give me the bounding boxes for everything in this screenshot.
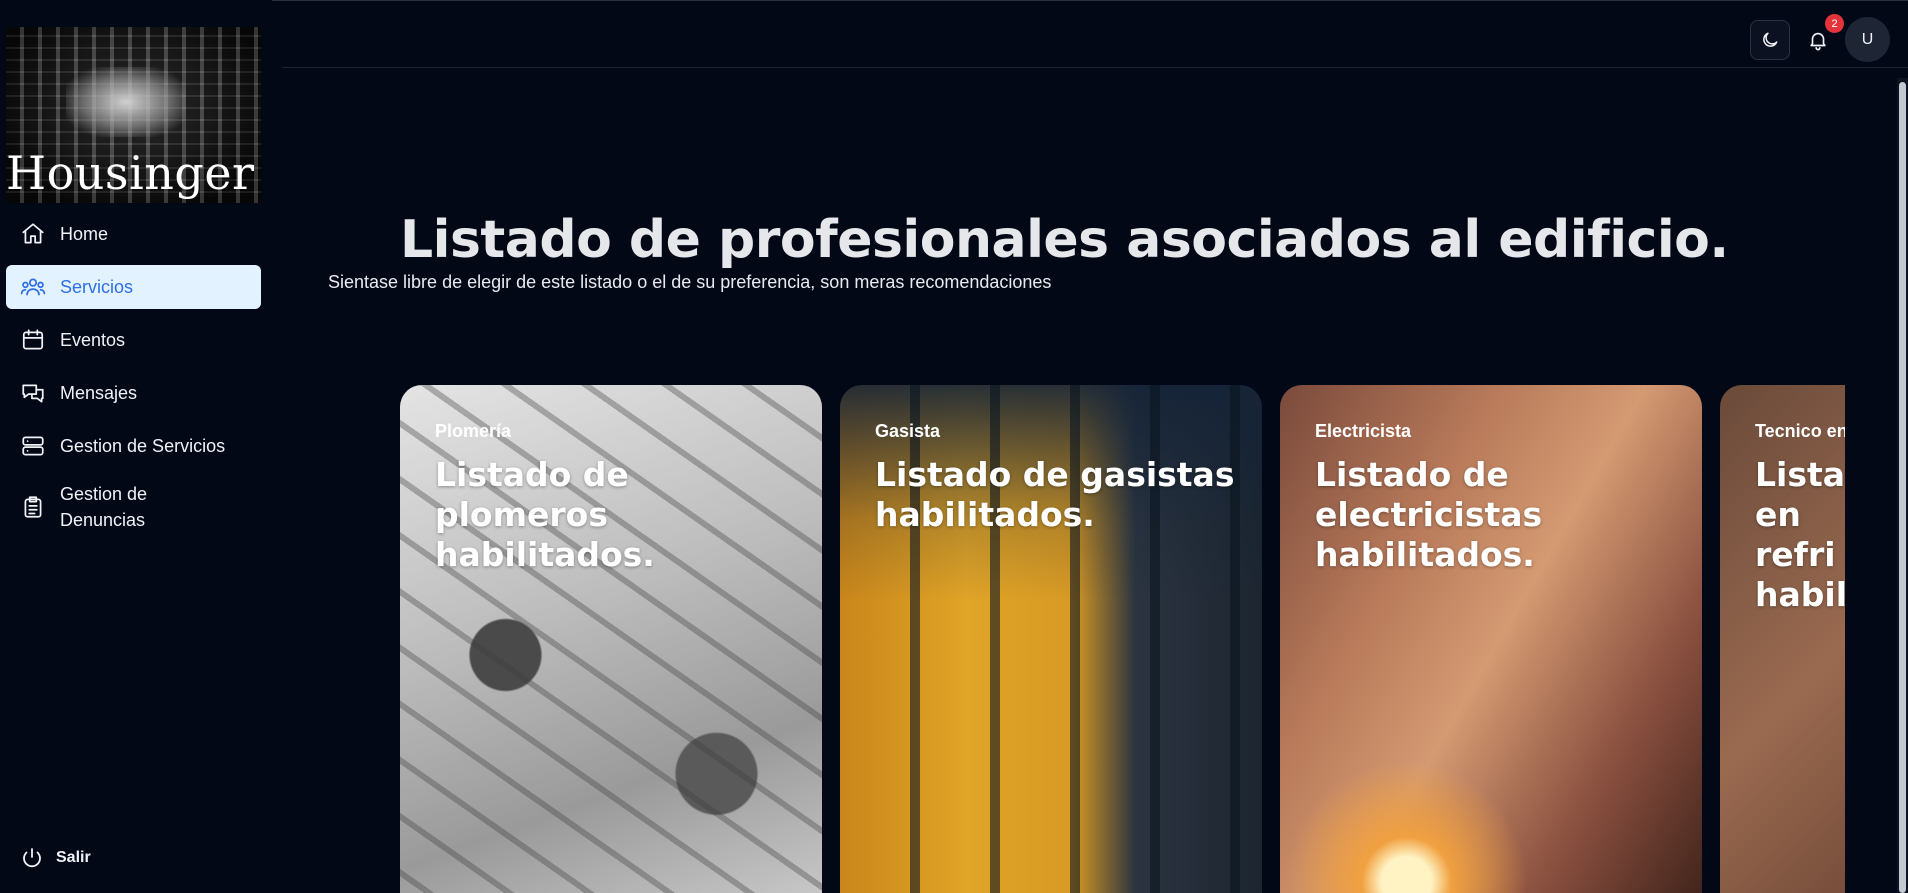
sidebar-item-label: Gestion de Denuncias (60, 481, 147, 533)
card-title: Listado de plomeros habilitados. (435, 455, 655, 574)
sidebar-item-eventos[interactable]: Eventos (6, 318, 261, 362)
sidebar-item-label-line2: Denuncias (60, 510, 146, 530)
sidebar-item-gestion-denuncias[interactable]: Gestion de Denuncias (6, 477, 261, 537)
sidebar-item-label: Eventos (60, 329, 126, 350)
theme-toggle-button[interactable] (1750, 20, 1790, 60)
card-electricista[interactable]: Electricista Listado de electricistas ha… (1280, 385, 1702, 893)
card-title: Listado de electricistas habilitados. (1315, 455, 1543, 574)
card-title: Listado de gasistas habilitados. (875, 455, 1235, 534)
card-plomeria[interactable]: Plomería Listado de plomeros habilitados… (400, 385, 822, 893)
sidebar-item-label-line1: Gestion de (60, 484, 148, 504)
logout-label: Salir (56, 849, 91, 866)
clipboard-icon (24, 496, 42, 518)
calendar-icon (22, 329, 44, 350)
sidebar-item-label: Servicios (60, 276, 134, 297)
card-category: Plomería (435, 421, 512, 441)
brand-logo[interactable]: Housinger (6, 27, 261, 203)
users-icon (20, 278, 46, 296)
sidebar-item-label: Gestion de Servicios (60, 435, 226, 456)
notification-badge: 2 (1825, 14, 1844, 33)
card-category: Electricista (1315, 421, 1412, 441)
home-icon (22, 223, 44, 244)
messages-icon (22, 384, 44, 403)
sidebar-item-label: Mensajes (60, 382, 138, 403)
sidebar-item-mensajes[interactable]: Mensajes (6, 371, 261, 415)
sidebar-item-label: Home (60, 223, 109, 244)
page-title: Listado de profesionales asociados al ed… (400, 210, 1729, 270)
card-title: Listado en refri habilitados. (1755, 455, 1845, 614)
scrollbar-thumb[interactable] (1899, 82, 1906, 893)
page-subtitle: Sientase libre de elegir de este listado… (328, 272, 1052, 292)
card-category: Gasista (875, 421, 941, 441)
professionals-carousel: Plomería Listado de plomeros habilitados… (400, 385, 1845, 893)
card-gasista[interactable]: Gasista Listado de gasistas habilitados. (840, 385, 1262, 893)
moon-icon (1763, 32, 1778, 47)
sidebar-nav: Home Servicios Eventos Mensajes Gestion … (6, 212, 261, 546)
user-avatar[interactable]: U (1845, 17, 1890, 62)
brand-name: Housinger (6, 146, 255, 200)
bell-icon (1810, 32, 1826, 51)
topbar (282, 0, 1908, 68)
server-icon (22, 436, 44, 456)
power-icon (23, 848, 41, 868)
card-tecnico[interactable]: Tecnico en Listado en refri habilitados. (1720, 385, 1845, 893)
sidebar-item-home[interactable]: Home (6, 212, 261, 256)
logo-building-image (66, 67, 186, 137)
sidebar-item-servicios[interactable]: Servicios (6, 265, 261, 309)
sidebar-item-gestion-servicios[interactable]: Gestion de Servicios (6, 424, 261, 468)
logout-button[interactable]: Salir (20, 846, 91, 870)
card-category: Tecnico en (1755, 421, 1845, 441)
sidebar: Housinger Home Servicios Eventos Mensaje… (0, 0, 272, 893)
